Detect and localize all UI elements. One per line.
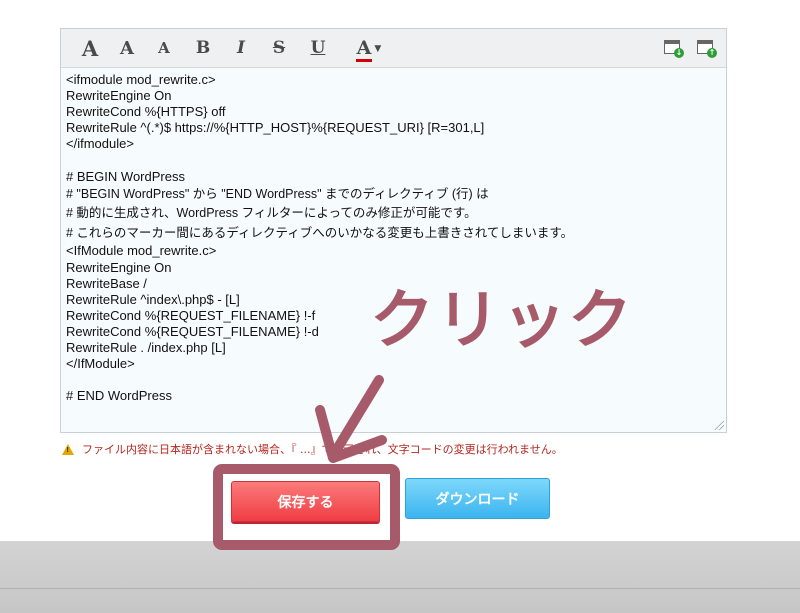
code-line: # 動的に生成され、WordPress フィルターによってのみ修正が可能です。 (66, 206, 477, 221)
code-line: # BEGIN WordPress (66, 168, 185, 184)
heading-1-button[interactable]: A (79, 35, 101, 61)
code-line: # "BEGIN WordPress" から "END WordPress" ま… (66, 186, 489, 201)
resize-handle[interactable] (715, 421, 724, 430)
strikethrough-button[interactable]: S (269, 35, 289, 61)
code-line: # これらのマーカー間にあるディレクティブへのいかなる変更も上書きされてしまいま… (66, 225, 574, 240)
code-line: RewriteCond %{HTTPS} off (66, 104, 226, 120)
code-line: <ifmodule mod_rewrite.c> (66, 72, 216, 87)
footer-band (0, 541, 800, 613)
font-color-letter: A (355, 37, 373, 62)
code-line: RewriteEngine On (66, 259, 172, 275)
italic-button[interactable]: I (233, 35, 249, 61)
code-line: <IfModule mod_rewrite.c> (66, 243, 217, 259)
code-line: RewriteRule ^(.*)$ https://%{HTTP_HOST}%… (66, 120, 485, 136)
code-line: </ifmodule> (66, 136, 134, 152)
encoding-warning: ! ファイル内容に日本語が含まれない場合、『 ...』で表示され、文字コードの変… (62, 441, 563, 457)
save-button-highlight (213, 464, 400, 550)
chevron-down-icon: ▼ (374, 44, 382, 54)
upload-file-icon[interactable]: ↑ (697, 40, 717, 58)
warning-text: ファイル内容に日本語が含まれない場合、『 ...』で表示され、文字コードの変更は… (82, 443, 563, 456)
underline-button[interactable]: U (308, 35, 328, 61)
htaccess-editor: A A A B I S U A ▼ ↓ ↑ <ifmodule mod_rewr… (60, 28, 727, 433)
code-line: </IfModule> (66, 356, 135, 372)
download-file-icon[interactable]: ↓ (664, 40, 684, 58)
code-line: # END WordPress (66, 388, 172, 404)
heading-2-button[interactable]: A (117, 35, 137, 61)
code-textarea[interactable]: <ifmodule mod_rewrite.c> RewriteEngine On… (66, 72, 718, 424)
warning-icon: ! (62, 443, 74, 455)
click-annotation-text: クリック (370, 284, 634, 358)
download-button[interactable]: ダウンロード (405, 478, 550, 519)
editor-toolbar: A A A B I S U A ▼ ↓ ↑ (61, 29, 726, 68)
footer-divider (0, 588, 800, 589)
bold-button[interactable]: B (194, 35, 212, 61)
code-line: RewriteEngine On (66, 88, 172, 104)
font-color-button[interactable]: A ▼ (353, 35, 385, 62)
heading-3-button[interactable]: A (155, 35, 173, 61)
